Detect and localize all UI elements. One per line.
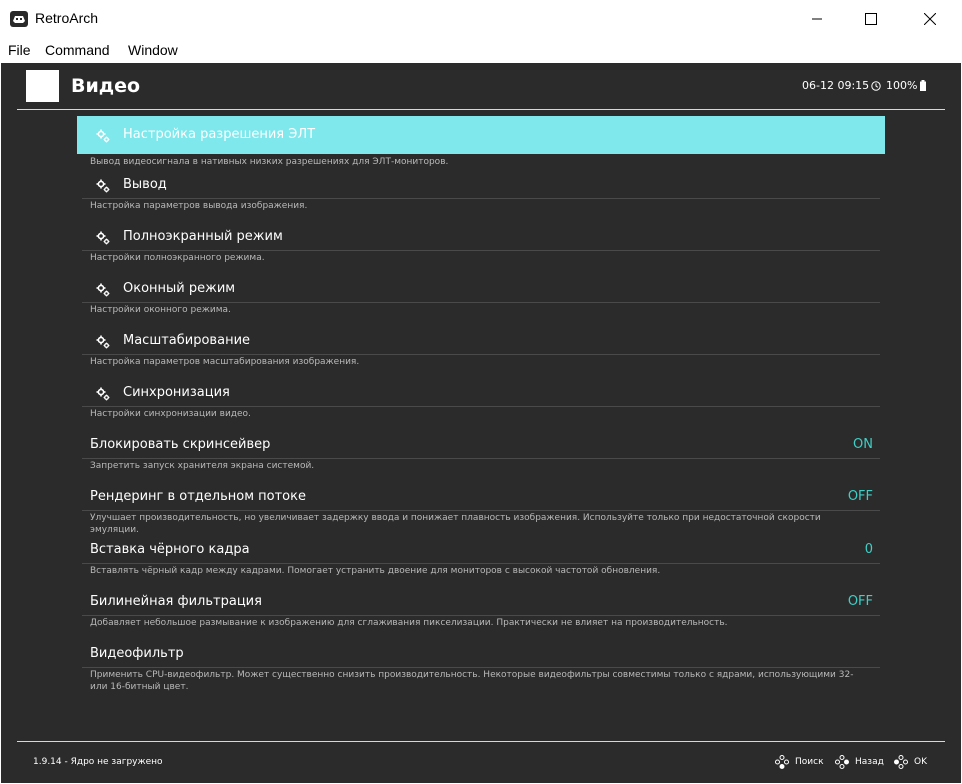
gear-icon bbox=[96, 334, 110, 349]
entry-divider bbox=[82, 563, 880, 564]
entry-value[interactable]: OFF bbox=[848, 489, 873, 504]
entry-header[interactable]: Настройка разрешения ЭЛТ bbox=[77, 116, 885, 154]
gamepad-button-icon bbox=[894, 755, 908, 769]
entry-label: Вывод bbox=[123, 177, 167, 192]
settings-entry[interactable]: Масштабирование Настройка параметров масш… bbox=[77, 328, 885, 367]
back-control[interactable]: Назад bbox=[835, 755, 884, 769]
clock: 06-12 09:15 bbox=[802, 79, 881, 92]
entry-header[interactable]: Рендеринг в отдельном потоке OFF bbox=[77, 484, 885, 510]
entry-label: Рендеринг в отдельном потоке bbox=[90, 489, 306, 504]
ok-control[interactable]: OK bbox=[894, 755, 927, 769]
gear-icon bbox=[96, 386, 110, 401]
entry-label: Настройка разрешения ЭЛТ bbox=[123, 127, 316, 142]
entry-divider bbox=[82, 302, 880, 303]
entry-divider bbox=[82, 458, 880, 459]
menu-command[interactable]: Command bbox=[45, 42, 110, 58]
entry-label: Блокировать скринсейвер bbox=[90, 437, 271, 452]
entry-label: Билинейная фильтрация bbox=[90, 594, 262, 609]
entry-description: Настройки синхронизации видео. bbox=[90, 409, 251, 419]
window-titlebar: RetroArch bbox=[0, 0, 962, 38]
search-control[interactable]: Поиск bbox=[775, 755, 824, 769]
entry-divider bbox=[82, 406, 880, 407]
entry-divider bbox=[82, 510, 880, 511]
close-button[interactable] bbox=[907, 0, 953, 38]
maximize-icon bbox=[865, 13, 877, 25]
page-title: Видео bbox=[71, 75, 141, 97]
entry-header[interactable]: Масштабирование bbox=[77, 328, 885, 354]
settings-entry[interactable]: Настройка разрешения ЭЛТ Вывод видеосигна… bbox=[77, 116, 885, 167]
entry-description: Вывод видеосигнала в нативных низких раз… bbox=[90, 157, 449, 167]
entry-divider bbox=[82, 354, 880, 355]
menu-file[interactable]: File bbox=[8, 42, 31, 58]
entry-description: Применить CPU-видеофильтр. Может существ… bbox=[90, 670, 854, 692]
entry-header[interactable]: Билинейная фильтрация OFF bbox=[77, 589, 885, 615]
entry-label: Видеофильтр bbox=[90, 646, 184, 661]
gear-icon bbox=[96, 230, 110, 245]
search-label: Поиск bbox=[795, 757, 824, 767]
battery-status: 100% bbox=[886, 79, 927, 92]
clock-icon bbox=[871, 80, 881, 91]
entry-value[interactable]: OFF bbox=[848, 594, 873, 609]
menu-window[interactable]: Window bbox=[128, 42, 178, 58]
header-thumbnail bbox=[26, 70, 59, 102]
window-title: RetroArch bbox=[35, 10, 99, 26]
header-divider bbox=[17, 109, 945, 110]
settings-entry[interactable]: Вывод Настройка параметров вывода изображ… bbox=[77, 172, 885, 211]
gear-icon bbox=[96, 282, 110, 297]
menu-bar: File Command Window bbox=[0, 38, 962, 62]
footer-divider bbox=[17, 741, 945, 742]
retroarch-menu: Видео 06-12 09:15 100% Настройка разреше… bbox=[1, 63, 961, 783]
ok-label: OK bbox=[914, 757, 927, 767]
version-label: 1.9.14 - Ядро не загружено bbox=[33, 757, 163, 767]
settings-entry[interactable]: Оконный режим Настройки оконного режима. bbox=[77, 276, 885, 315]
back-label: Назад bbox=[855, 757, 884, 767]
entry-divider bbox=[82, 250, 880, 251]
entry-description: Настройки полноэкранного режима. bbox=[90, 253, 265, 263]
entry-description: Запретить запуск хранителя экрана систем… bbox=[90, 461, 315, 471]
gamepad-button-icon bbox=[835, 755, 849, 769]
settings-entry[interactable]: Синхронизация Настройки синхронизации вид… bbox=[77, 380, 885, 419]
gamepad-button-icon bbox=[775, 755, 789, 769]
entry-label: Оконный режим bbox=[123, 281, 236, 296]
entry-value[interactable]: 0 bbox=[865, 542, 873, 557]
entry-header[interactable]: Блокировать скринсейвер ON bbox=[77, 432, 885, 458]
entry-divider bbox=[82, 667, 880, 668]
minimize-icon bbox=[812, 18, 822, 20]
entry-description: Добавляет небольшое размывание к изображ… bbox=[90, 618, 728, 628]
entry-label: Синхронизация bbox=[123, 385, 230, 400]
entry-header[interactable]: Вывод bbox=[77, 172, 885, 198]
entry-value[interactable]: ON bbox=[853, 437, 873, 452]
settings-entry[interactable]: Видеофильтр Применить CPU-видеофильтр. Мо… bbox=[77, 641, 885, 692]
settings-entry[interactable]: Рендеринг в отдельном потоке OFF Улучшает … bbox=[77, 484, 885, 535]
entry-description: Настройки оконного режима. bbox=[90, 305, 231, 315]
settings-entry[interactable]: Блокировать скринсейвер ON Запретить запус… bbox=[77, 432, 885, 471]
entry-header[interactable]: Видеофильтр bbox=[77, 641, 885, 667]
entry-header[interactable]: Оконный режим bbox=[77, 276, 885, 302]
maximize-button[interactable] bbox=[848, 0, 894, 38]
minimize-button[interactable] bbox=[794, 0, 840, 38]
settings-entry[interactable]: Вставка чёрного кадра 0 Вставлять чёрный к… bbox=[77, 537, 885, 576]
settings-entry[interactable]: Билинейная фильтрация OFF Добавляет неболь… bbox=[77, 589, 885, 628]
gear-icon bbox=[96, 128, 110, 143]
battery-icon bbox=[920, 80, 927, 91]
entry-label: Вставка чёрного кадра bbox=[90, 542, 250, 557]
entry-divider bbox=[82, 615, 880, 616]
entry-header[interactable]: Вставка чёрного кадра 0 bbox=[77, 537, 885, 563]
retroarch-logo-icon bbox=[10, 11, 28, 27]
entry-divider bbox=[82, 198, 880, 199]
battery-text: 100% bbox=[886, 79, 918, 92]
entry-description: Настройка параметров масштабирования изо… bbox=[90, 357, 360, 367]
entry-description: Улучшает производительность, но увеличив… bbox=[90, 513, 821, 535]
entry-header[interactable]: Полноэкранный режим bbox=[77, 224, 885, 250]
clock-text: 06-12 09:15 bbox=[802, 79, 870, 92]
settings-entry[interactable]: Полноэкранный режим Настройки полноэкранн… bbox=[77, 224, 885, 263]
entry-label: Полноэкранный режим bbox=[123, 229, 283, 244]
entry-description: Вставлять чёрный кадр между кадрами. Пом… bbox=[90, 566, 661, 576]
close-icon bbox=[924, 13, 936, 25]
entry-label: Масштабирование bbox=[123, 333, 251, 348]
gear-icon bbox=[96, 178, 110, 193]
entry-description: Настройка параметров вывода изображения. bbox=[90, 201, 308, 211]
entry-header[interactable]: Синхронизация bbox=[77, 380, 885, 406]
